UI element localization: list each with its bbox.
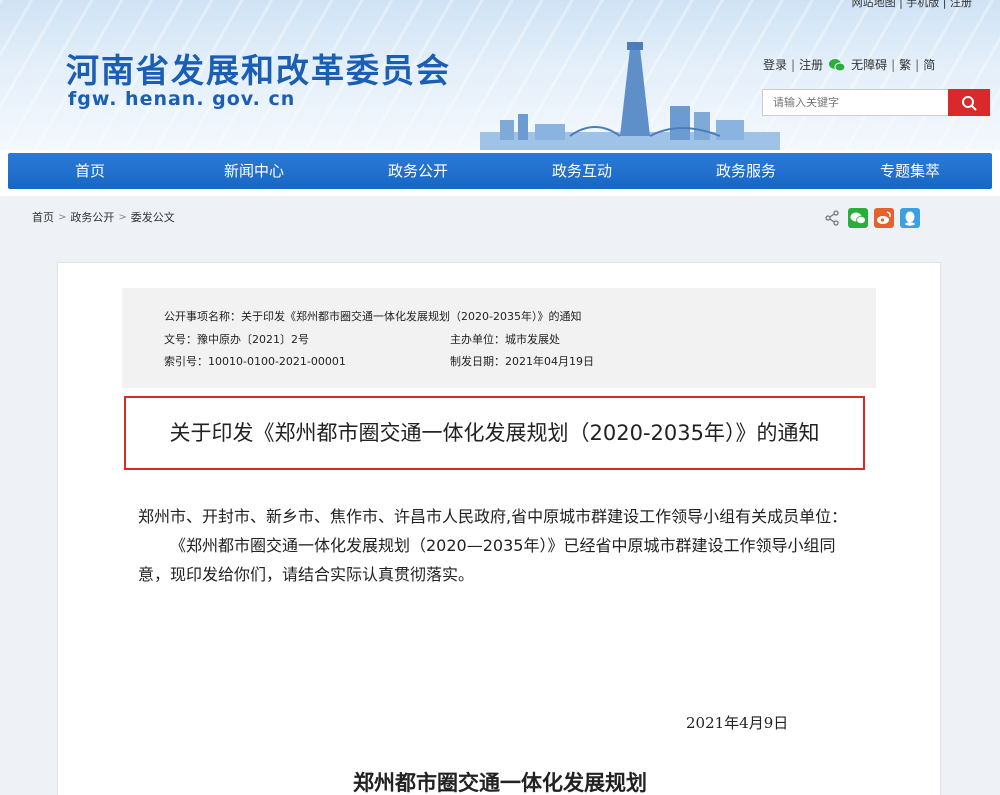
breadcrumb-government-affairs[interactable]: 政务公开 (70, 209, 114, 225)
wechat-icon[interactable] (848, 208, 868, 228)
meta-department: 主办单位：城市发展处 (450, 333, 560, 346)
breadcrumb-documents[interactable]: 委发公文 (131, 209, 175, 225)
document-metadata: 公开事项名称：关于印发《郑州都市圈交通一体化发展规划（2020-2035年）》的… (122, 288, 876, 388)
article-title-highlight: 关于印发《郑州都市圈交通一体化发展规划（2020-2035年）》的通知 (124, 396, 865, 470)
main-nav: 首页 新闻中心 政务公开 政务互动 政务服务 专题集萃 (8, 153, 992, 189)
signature-date: 2021年4月9日 (686, 714, 789, 732)
meta-index-number: 索引号：10010-0100-2021-00001 (164, 355, 346, 368)
simplified-chinese-link[interactable]: 简 (923, 56, 935, 73)
search-box (762, 89, 990, 116)
user-links: 登录 | 注册 无障碍 | 繁 | 简 (763, 56, 936, 73)
nav-item-home[interactable]: 首页 (8, 153, 172, 189)
nav-item-services[interactable]: 政务服务 (664, 153, 828, 189)
accessibility-link[interactable]: 无障碍 (851, 56, 887, 73)
weibo-icon[interactable] (874, 208, 894, 228)
search-icon (962, 95, 977, 111)
meta-issue-date: 制发日期：2021年04月19日 (450, 355, 594, 368)
site-domain: fgw. henan. gov. cn (68, 88, 296, 110)
meta-doc-number: 文号：豫中原办〔2021〕2号 (164, 333, 309, 346)
traditional-chinese-link[interactable]: 繁 (899, 56, 911, 73)
nav-item-interaction[interactable]: 政务互动 (500, 153, 664, 189)
login-link[interactable]: 登录 (763, 56, 787, 73)
nav-item-news[interactable]: 新闻中心 (172, 153, 336, 189)
wechat-icon[interactable] (829, 58, 846, 72)
qq-icon[interactable] (900, 208, 920, 228)
top-utility-links[interactable]: 网站地图 | 手机版 | 注册 (852, 0, 972, 10)
nav-item-government-affairs[interactable]: 政务公开 (336, 153, 500, 189)
article-title: 关于印发《郑州都市圈交通一体化发展规划（2020-2035年）》的通知 (169, 421, 820, 445)
nav-item-topics[interactable]: 专题集萃 (828, 153, 992, 189)
breadcrumb: 首页 > 政务公开 > 委发公文 (32, 209, 175, 225)
site-header: 网站地图 | 手机版 | 注册 河南省发展和改革委员会 fgw. henan. … (0, 0, 1000, 150)
attachment-heading: 郑州都市圈交通一体化发展规划 (353, 771, 647, 795)
share-bar (822, 208, 920, 228)
article-body: 郑州市、开封市、新乡市、焦作市、许昌市人民政府,省中原城市群建设工作领导小组有关… (138, 502, 860, 589)
meta-subject: 公开事项名称：关于印发《郑州都市圈交通一体化发展规划（2020-2035年）》的… (164, 310, 582, 323)
city-skyline-illustration (480, 42, 780, 150)
article-paragraph: 《郑州都市圈交通一体化发展规划（2020—2035年）》已经省中原城市群建设工作… (138, 536, 836, 584)
breadcrumb-home[interactable]: 首页 (32, 209, 54, 225)
register-link[interactable]: 注册 (799, 56, 823, 73)
search-input[interactable] (763, 90, 949, 115)
article-addressee: 郑州市、开封市、新乡市、焦作市、许昌市人民政府,省中原城市群建设工作领导小组有关… (138, 507, 848, 526)
site-title[interactable]: 河南省发展和改革委员会 (66, 44, 451, 92)
share-icon[interactable] (822, 208, 842, 228)
search-button[interactable] (948, 89, 990, 116)
